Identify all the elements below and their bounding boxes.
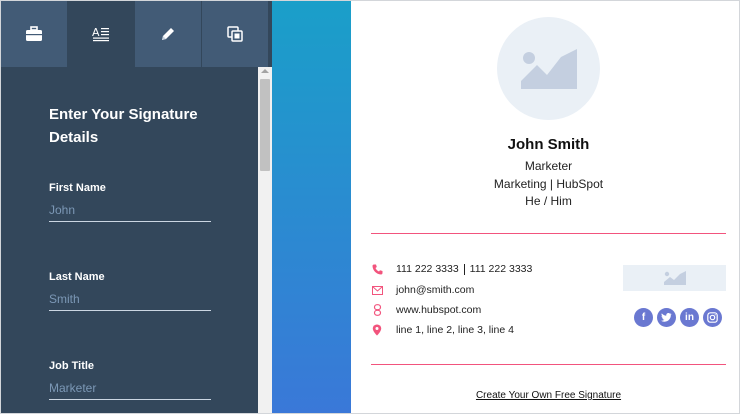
image-placeholder-icon — [663, 271, 686, 285]
bottom-divider — [371, 364, 726, 365]
phone-separator — [463, 263, 465, 275]
email-address[interactable]: john@smith.com — [396, 284, 474, 296]
social-links: f in — [634, 308, 722, 327]
editor-tabs: A — [1, 1, 272, 67]
job-title-input[interactable] — [49, 380, 211, 400]
tab-templates[interactable] — [1, 1, 68, 67]
last-name-input[interactable] — [49, 291, 211, 311]
company-logo-placeholder[interactable] — [623, 265, 726, 291]
signature-pronouns: He / Him — [525, 194, 572, 208]
briefcase-icon — [26, 26, 42, 41]
first-name-field: First Name — [49, 181, 258, 222]
image-placeholder-icon — [520, 48, 577, 89]
contact-phone: 111 222 3333 111 222 3333 — [371, 262, 532, 276]
linkedin-icon[interactable]: in — [680, 308, 699, 327]
job-title-label: Job Title — [49, 360, 95, 372]
job-title-field: Job Title — [49, 359, 258, 400]
top-divider — [371, 233, 726, 234]
last-name-label: Last Name — [49, 271, 105, 283]
copy-icon — [227, 26, 243, 42]
signature-job-title: Marketer — [524, 159, 573, 173]
phone-icon — [371, 263, 383, 275]
phone-number-1: 111 222 3333 — [396, 263, 459, 275]
first-name-label: First Name — [49, 182, 106, 194]
email-icon — [371, 284, 383, 296]
website-url[interactable]: www.hubspot.com — [396, 304, 481, 316]
editor-panel: A Enter Your Signature Details First Nam… — [1, 1, 272, 413]
first-name-input[interactable] — [49, 202, 211, 222]
svg-text:A: A — [92, 26, 100, 39]
details-form: Enter Your Signature Details First Name … — [1, 67, 258, 413]
tab-details[interactable]: A — [68, 1, 135, 67]
tab-copy[interactable] — [202, 1, 269, 67]
facebook-icon[interactable]: f — [634, 308, 653, 327]
scroll-up-arrow-icon[interactable] — [261, 69, 269, 73]
form-title: Enter Your Signature Details — [49, 106, 198, 146]
link-icon — [371, 304, 383, 316]
scroll-thumb[interactable] — [260, 79, 270, 171]
contact-email: john@smith.com — [371, 283, 474, 297]
profile-photo-placeholder[interactable] — [497, 17, 600, 120]
app-frame: A Enter Your Signature Details First Nam… — [0, 0, 740, 414]
create-signature-link[interactable]: Create Your Own Free Signature — [351, 390, 739, 401]
pencil-icon — [162, 28, 174, 40]
contact-address: line 1, line 2, line 3, line 4 — [371, 323, 514, 337]
signature-preview: John Smith Marketer Marketing | HubSpot … — [351, 1, 739, 413]
instagram-icon[interactable] — [703, 308, 722, 327]
phone-number-2: 111 222 3333 — [469, 263, 533, 275]
signature-name: John Smith — [507, 136, 590, 153]
gradient-background — [272, 1, 351, 413]
twitter-icon[interactable] — [657, 308, 676, 327]
location-pin-icon — [371, 324, 383, 336]
address-text: line 1, line 2, line 3, line 4 — [396, 324, 514, 336]
form-scrollbar[interactable] — [258, 67, 272, 413]
last-name-field: Last Name — [49, 270, 258, 311]
contact-website: www.hubspot.com — [371, 303, 481, 317]
signature-company: Marketing | HubSpot — [493, 177, 604, 191]
text-format-icon: A — [92, 26, 109, 42]
tab-styles[interactable] — [135, 1, 202, 67]
